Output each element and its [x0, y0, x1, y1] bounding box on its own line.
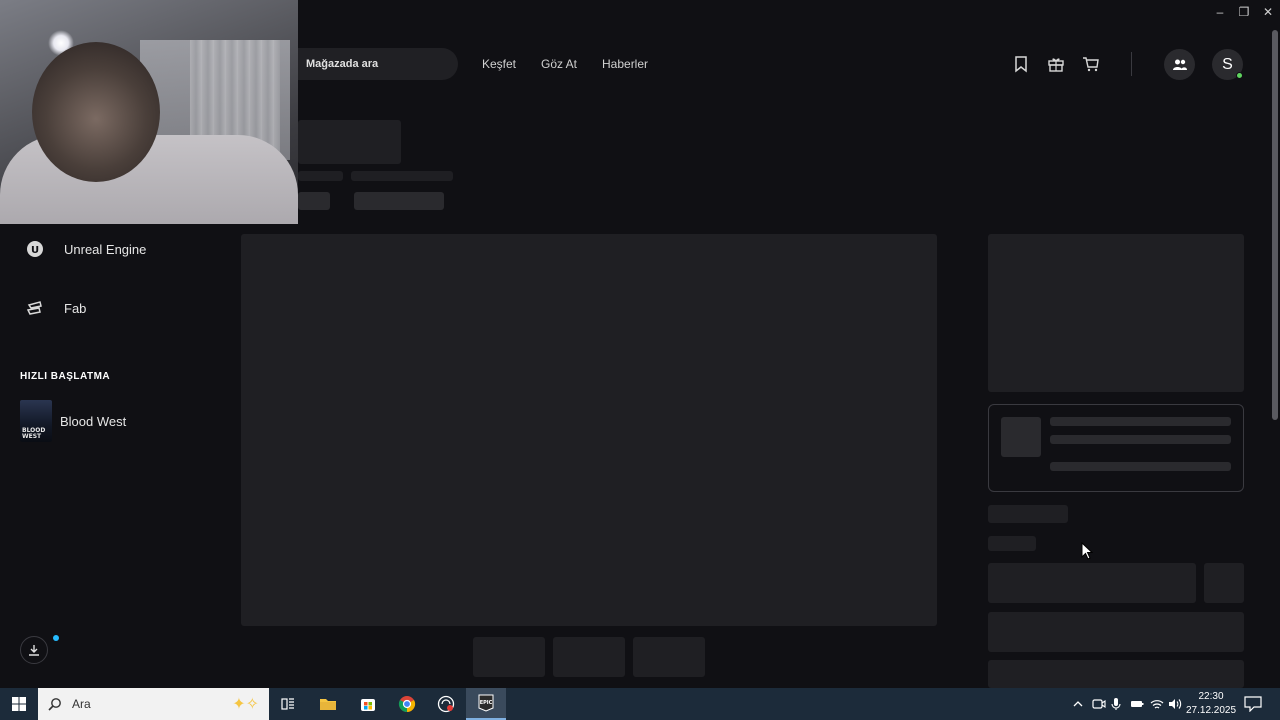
nav-link-news[interactable]: Haberler [602, 57, 648, 71]
skeleton-card-line [1050, 417, 1231, 426]
sidebar-item-unreal-engine[interactable]: U Unreal Engine [26, 240, 146, 258]
windows-icon [12, 697, 26, 711]
skeleton-thumbnail [553, 637, 625, 677]
game-thumbnail: BLOOD WEST [20, 400, 52, 442]
restore-button[interactable]: ❐ [1232, 0, 1256, 24]
skeleton-tag [298, 192, 330, 210]
window-controls: – ❐ ✕ [1208, 0, 1280, 24]
sparkle-icon: ✦✧ [232, 696, 259, 713]
taskbar-clock[interactable]: 22:30 27.12.2025 [1186, 690, 1236, 718]
chevron-up-icon [1073, 701, 1083, 707]
battery-icon[interactable] [1130, 688, 1144, 720]
topbar-divider [1131, 52, 1132, 76]
clock-time: 22:30 [1198, 691, 1224, 702]
game-thumb-text: BLOOD WEST [22, 427, 46, 440]
skeleton-wishlist-button [1204, 563, 1244, 603]
task-view-icon [281, 698, 294, 710]
svg-text:EPIC: EPIC [480, 700, 493, 706]
online-status-dot [1236, 72, 1243, 79]
cart-icon[interactable] [1081, 54, 1101, 74]
skeleton-title [298, 120, 401, 164]
sidebar-item-label: Fab [64, 300, 87, 316]
skeleton-label [988, 536, 1036, 551]
chrome-button[interactable] [387, 688, 427, 720]
folder-icon [320, 699, 336, 710]
scrollbar[interactable] [1272, 30, 1278, 420]
skeleton-logo-panel [988, 234, 1244, 392]
nav-link-browse[interactable]: Göz At [541, 57, 577, 71]
skeleton-thumbnail [633, 637, 705, 677]
nav-link-discover[interactable]: Keşfet [482, 57, 516, 71]
friends-icon [1172, 59, 1187, 70]
sidebar-item-fab[interactable]: Fab [26, 299, 86, 317]
sidebar-item-label: Unreal Engine [64, 241, 147, 257]
microphone-icon[interactable] [1111, 688, 1121, 720]
unreal-engine-icon: U [26, 240, 44, 258]
camera-tray-icon[interactable] [1092, 688, 1106, 720]
notification-icon[interactable] [1244, 696, 1262, 712]
downloads-button[interactable] [20, 636, 48, 664]
taskbar: Ara ✦✧ EPIC 22:30 27.12.2025 [0, 688, 1280, 720]
store-icon [361, 699, 375, 711]
quick-launch-label: Blood West [60, 413, 127, 429]
epic-games-launcher-button[interactable]: EPIC [466, 688, 506, 720]
skeleton-meta [351, 171, 453, 181]
close-button[interactable]: ✕ [1256, 0, 1280, 24]
webcam-person-head [32, 42, 160, 182]
epic-games-icon: EPIC [478, 694, 494, 712]
gift-icon[interactable] [1046, 54, 1066, 74]
mouse-cursor-icon [1081, 542, 1093, 560]
store-search-input[interactable]: Mağazada ara [298, 48, 458, 80]
skeleton-buy-button [988, 563, 1196, 603]
skeleton-card-line [1050, 435, 1231, 444]
search-icon [48, 698, 61, 711]
skeleton-label [988, 505, 1068, 523]
recording-app-button[interactable] [426, 688, 466, 720]
skeleton-media-carousel [241, 234, 937, 626]
minimize-button[interactable]: – [1208, 0, 1232, 24]
recording-icon [437, 695, 455, 713]
skeleton-card-icon [1001, 417, 1041, 457]
clock-date: 27.12.2025 [1186, 705, 1237, 716]
task-view-button[interactable] [268, 688, 308, 720]
taskbar-search[interactable]: Ara ✦✧ [38, 688, 269, 720]
friends-button[interactable] [1164, 49, 1195, 80]
microsoft-store-button[interactable] [348, 688, 388, 720]
svg-text:U: U [31, 245, 39, 256]
skeleton-cart-button [988, 612, 1244, 652]
start-button[interactable] [0, 688, 38, 720]
fab-icon [26, 299, 44, 317]
taskbar-search-placeholder: Ara [72, 697, 91, 711]
quick-launch-title: HIZLI BAŞLATMA [20, 371, 111, 382]
network-icon[interactable] [1150, 688, 1164, 720]
webcam-overlay [0, 0, 298, 224]
skeleton-meta [298, 171, 343, 181]
download-status-dot [53, 635, 59, 641]
skeleton-gift-button [988, 660, 1244, 688]
chrome-icon [398, 696, 416, 713]
volume-icon[interactable] [1168, 688, 1182, 720]
skeleton-card-line [1050, 462, 1231, 471]
quick-launch-item-blood-west[interactable]: BLOOD WEST Blood West [20, 400, 126, 442]
show-hidden-icons-button[interactable] [1072, 688, 1084, 720]
download-icon [29, 645, 39, 656]
file-explorer-button[interactable] [308, 688, 348, 720]
skeleton-thumbnail [473, 637, 545, 677]
wishlist-icon[interactable] [1011, 54, 1031, 74]
skeleton-tag [354, 192, 444, 210]
